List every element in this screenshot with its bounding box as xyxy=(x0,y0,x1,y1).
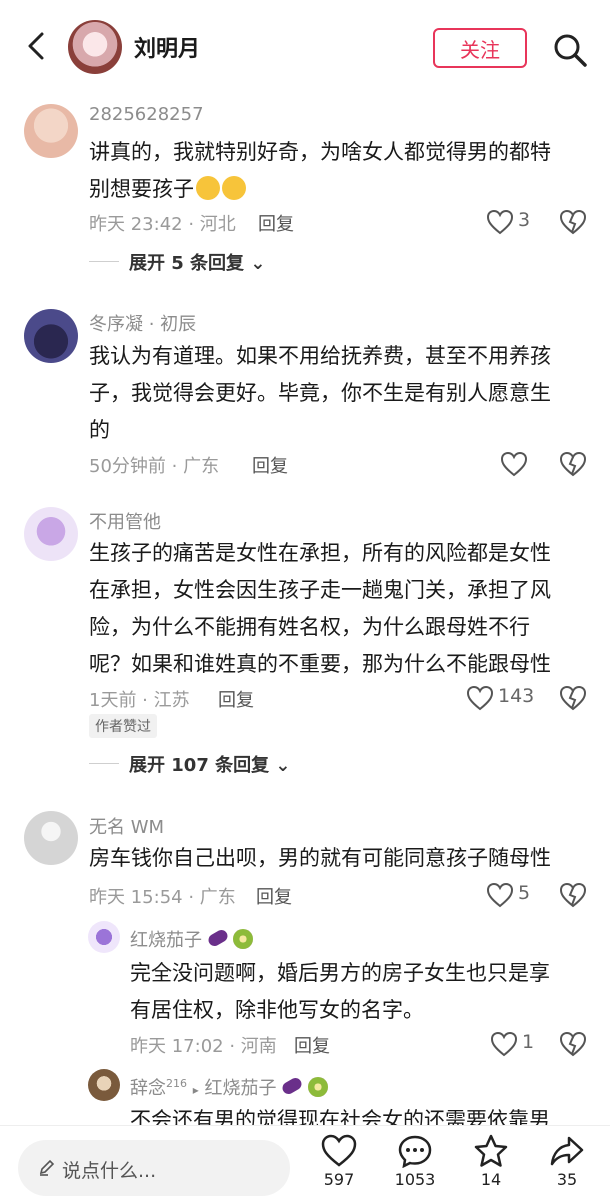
author-name[interactable]: 刘明月 xyxy=(134,31,200,63)
commenter-avatar[interactable] xyxy=(24,811,78,865)
kiwi-emoji-icon xyxy=(307,1077,328,1097)
commenter-avatar[interactable] xyxy=(24,104,78,158)
reply-text: 完全没问题啊，婚后男方的房子女生也只是享 有居住权，除非他写女的名字。 xyxy=(130,961,550,1022)
top-bar: 刘明月 关注 xyxy=(0,0,610,94)
expand-replies-button[interactable]: 展开 5 条回复 ⌄ xyxy=(129,249,265,275)
search-icon[interactable] xyxy=(550,30,590,70)
comment-text: 房车钱你自己出呗，男的就有可能同意孩子随母性 xyxy=(89,846,551,870)
like-button[interactable]: 5 xyxy=(486,880,546,910)
dislike-icon[interactable] xyxy=(559,1030,587,1058)
replier-avatar[interactable] xyxy=(88,1069,120,1101)
eggplant-emoji-icon xyxy=(280,1075,304,1097)
heart-icon xyxy=(500,451,528,477)
laugh-cry-emoji-icon xyxy=(222,176,246,200)
follow-button[interactable]: 关注 xyxy=(433,28,527,68)
comment-text: 我认为有道理。如果不用给抚养费，甚至不用养孩 子，我觉得会更好。毕竟，你不生是有… xyxy=(89,344,551,442)
expand-replies-button[interactable]: 展开 107 条回复 ⌄ xyxy=(129,751,290,777)
bottom-bar: 说点什么... 597 1053 14 35 xyxy=(0,1125,610,1200)
kiwi-emoji-icon xyxy=(233,929,254,949)
reply-button[interactable]: 回复 xyxy=(256,883,292,909)
comment-meta: 1天前 · 江苏 xyxy=(89,690,190,711)
favorite-action[interactable]: 14 xyxy=(461,1134,521,1200)
comment-meta: 昨天 23:42 · 河北 xyxy=(89,214,236,235)
commenter-avatar[interactable] xyxy=(24,507,78,561)
comment-bubble-icon xyxy=(398,1135,432,1168)
like-button[interactable]: 143 xyxy=(466,683,546,713)
reply-button[interactable]: 回复 xyxy=(294,1032,330,1058)
commenter-name[interactable]: 冬序凝 · 初辰 xyxy=(89,310,196,336)
heart-icon xyxy=(486,209,514,235)
comment-meta: 昨天 15:54 · 广东 xyxy=(89,887,236,908)
heart-icon xyxy=(466,685,494,711)
author-avatar[interactable] xyxy=(68,20,122,74)
commenter-avatar[interactable] xyxy=(24,309,78,363)
comment-text: 生孩子的痛苦是女性在承担，所有的风险都是女性 在承担，女性会因生孩子走一趟鬼门关… xyxy=(89,541,551,676)
reply-button[interactable]: 回复 xyxy=(252,452,288,478)
share-arrow-icon xyxy=(550,1136,584,1166)
reply-button[interactable]: 回复 xyxy=(258,210,294,236)
star-icon xyxy=(474,1134,508,1167)
share-action[interactable]: 35 xyxy=(537,1134,597,1200)
comment-text: 讲真的，我就特别好奇，为啥女人都觉得男的都特 别想要孩子 xyxy=(89,140,551,201)
reply-button[interactable]: 回复 xyxy=(218,686,254,712)
laugh-cry-emoji-icon xyxy=(196,176,220,200)
pencil-icon xyxy=(39,1159,55,1176)
reply-meta: 昨天 17:02 · 河南 xyxy=(130,1036,277,1057)
heart-icon xyxy=(490,1031,518,1057)
back-arrow-icon[interactable] xyxy=(20,28,56,64)
comment-input[interactable]: 说点什么... xyxy=(18,1140,290,1196)
comment-action[interactable]: 1053 xyxy=(385,1134,445,1200)
dislike-icon[interactable] xyxy=(559,684,587,712)
like-action[interactable]: 597 xyxy=(309,1134,369,1200)
commenter-name[interactable]: 2825628257 xyxy=(89,104,204,125)
heart-icon xyxy=(321,1134,357,1167)
commenter-name[interactable]: 不用管他 xyxy=(89,508,161,534)
replier-avatar[interactable] xyxy=(88,921,120,953)
author-liked-badge: 作者赞过 xyxy=(89,714,157,738)
dislike-icon[interactable] xyxy=(559,450,587,478)
like-button[interactable] xyxy=(500,449,532,479)
dislike-icon[interactable] xyxy=(559,208,587,236)
heart-icon xyxy=(486,882,514,908)
like-button[interactable]: 1 xyxy=(490,1029,546,1059)
dislike-icon[interactable] xyxy=(559,881,587,909)
like-button[interactable]: 3 xyxy=(486,207,546,237)
comment-meta: 50分钟前 · 广东 xyxy=(89,456,220,477)
replier-name[interactable]: 辞念216 ▸ 红烧茄子 xyxy=(130,1074,328,1100)
eggplant-emoji-icon xyxy=(206,927,230,949)
commenter-name[interactable]: 无名 WM xyxy=(89,813,164,839)
replier-name[interactable]: 红烧茄子 xyxy=(130,926,254,952)
